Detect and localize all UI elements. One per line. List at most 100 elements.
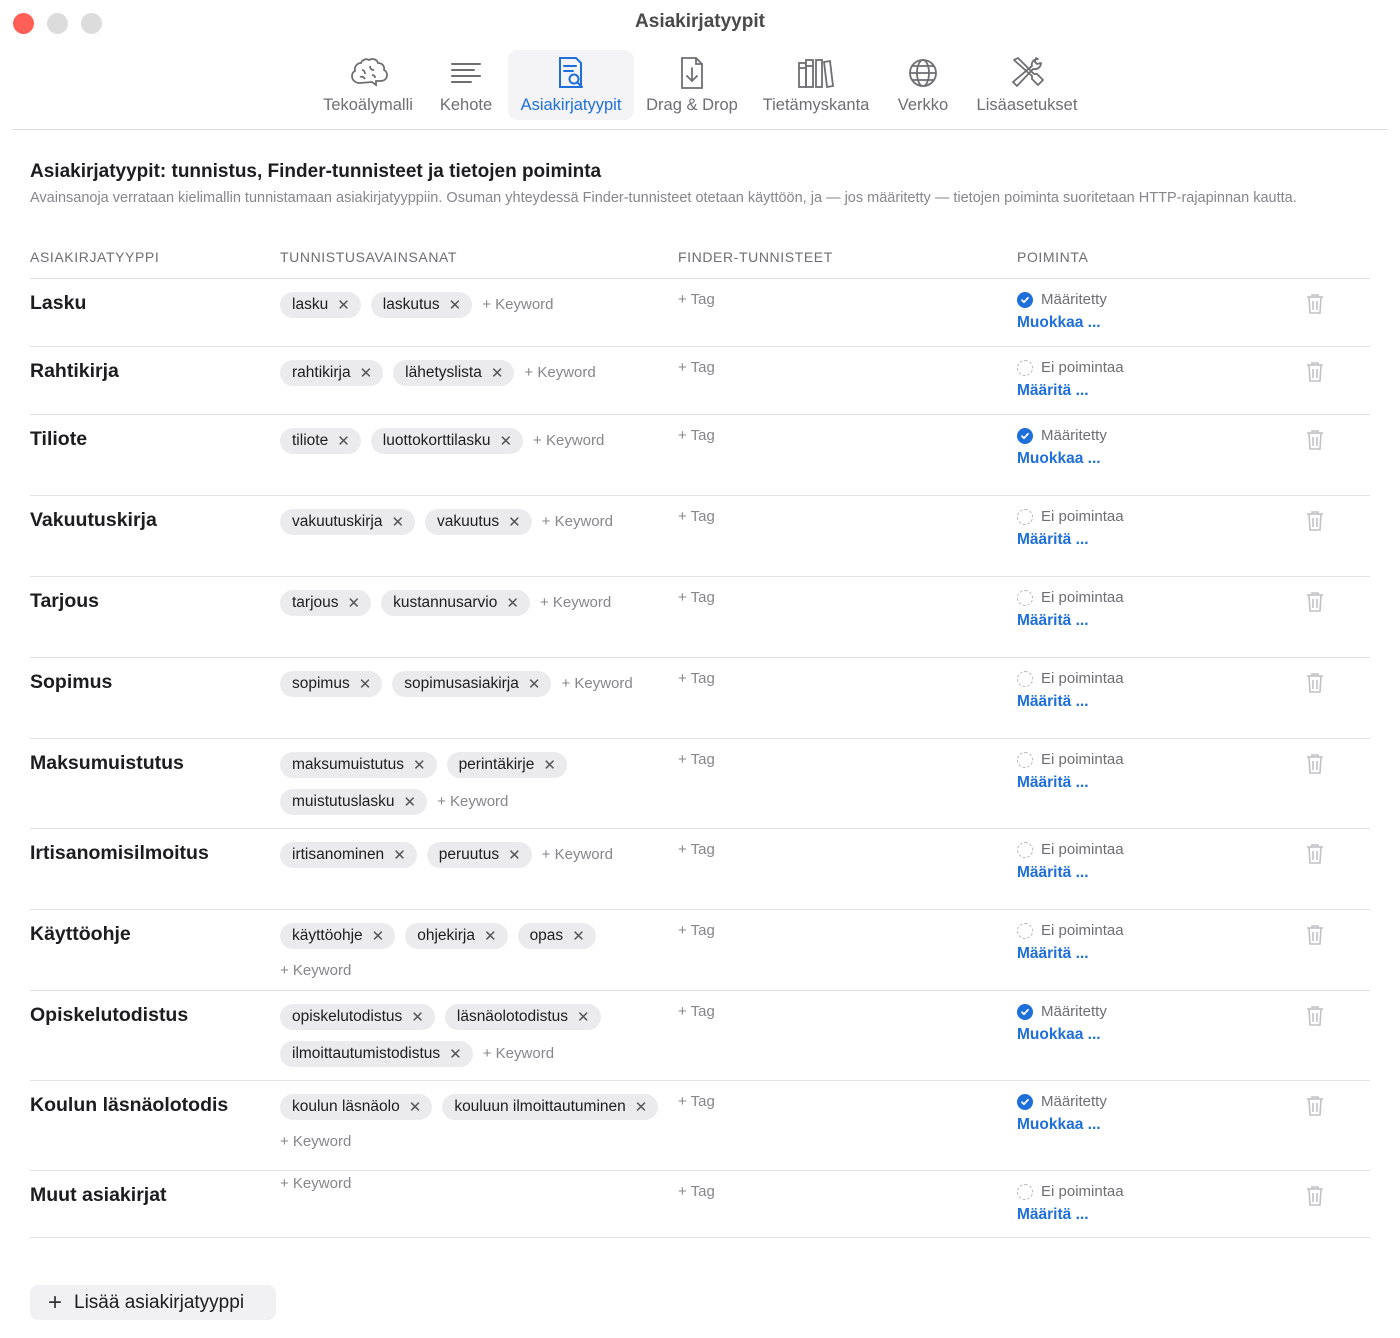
trash-icon[interactable] xyxy=(1305,360,1325,384)
tab-verkko[interactable]: Verkko xyxy=(890,50,956,120)
add-tag-button[interactable]: + Tag xyxy=(678,751,715,768)
extraction-status-text: Ei poimintaa xyxy=(1041,1183,1124,1200)
remove-keyword-icon[interactable]: ✕ xyxy=(372,927,385,945)
keyword-list: irtisanominen ✕ peruutus ✕ + Keyword xyxy=(280,842,660,868)
add-tag-button[interactable]: + Tag xyxy=(678,508,715,525)
trash-icon[interactable] xyxy=(1305,1094,1325,1118)
add-keyword-button[interactable]: + Keyword xyxy=(533,430,604,452)
remove-keyword-icon[interactable]: ✕ xyxy=(499,432,512,450)
keyword-text: läsnäolotodistus xyxy=(456,1008,569,1025)
add-keyword-button[interactable]: + Keyword xyxy=(542,844,613,866)
window-title: Asiakirjatyypit xyxy=(635,11,765,32)
document-type-name: Käyttöohje xyxy=(30,923,131,945)
remove-keyword-icon[interactable]: ✕ xyxy=(337,432,350,450)
remove-keyword-icon[interactable]: ✕ xyxy=(413,756,426,774)
define-extraction-link[interactable]: Määritä ... xyxy=(1017,945,1089,963)
add-keyword-button[interactable]: + Keyword xyxy=(482,294,553,316)
keyword-chip: irtisanominen ✕ xyxy=(280,842,417,868)
remove-keyword-icon[interactable]: ✕ xyxy=(572,927,585,945)
remove-keyword-icon[interactable]: ✕ xyxy=(635,1098,648,1116)
remove-keyword-icon[interactable]: ✕ xyxy=(508,513,521,531)
trash-icon[interactable] xyxy=(1305,842,1325,866)
trash-icon[interactable] xyxy=(1305,1184,1325,1208)
tab-kehote[interactable]: Kehote xyxy=(430,50,502,120)
define-extraction-link[interactable]: Määritä ... xyxy=(1017,774,1089,792)
remove-keyword-icon[interactable]: ✕ xyxy=(506,594,519,612)
define-extraction-link[interactable]: Määritä ... xyxy=(1017,382,1089,400)
add-keyword-button[interactable]: + Keyword xyxy=(561,673,632,695)
add-keyword-button[interactable]: + Keyword xyxy=(524,362,595,384)
remove-keyword-icon[interactable]: ✕ xyxy=(528,675,541,693)
define-extraction-link[interactable]: Määritä ... xyxy=(1017,531,1089,549)
remove-keyword-icon[interactable]: ✕ xyxy=(411,1008,424,1026)
define-extraction-link[interactable]: Määritä ... xyxy=(1017,693,1089,711)
remove-keyword-icon[interactable]: ✕ xyxy=(491,364,504,382)
row-divider xyxy=(30,1237,1370,1238)
add-keyword-button[interactable]: + Keyword xyxy=(280,1131,351,1153)
keyword-text: opiskelutodistus xyxy=(292,1008,403,1025)
tab-label: Tekoälymalli xyxy=(323,96,413,114)
remove-keyword-icon[interactable]: ✕ xyxy=(393,846,406,864)
define-extraction-link[interactable]: Määritä ... xyxy=(1017,1206,1089,1224)
remove-keyword-icon[interactable]: ✕ xyxy=(508,846,521,864)
tab-lisaasetukset[interactable]: Lisäasetukset xyxy=(970,50,1084,120)
remove-keyword-icon[interactable]: ✕ xyxy=(449,296,462,314)
remove-keyword-icon[interactable]: ✕ xyxy=(337,296,350,314)
define-extraction-link[interactable]: Määritä ... xyxy=(1017,864,1089,882)
edit-extraction-link[interactable]: Muokkaa ... xyxy=(1017,314,1101,332)
remove-keyword-icon[interactable]: ✕ xyxy=(404,793,417,811)
tab-asiakirjatyypit[interactable]: Asiakirjatyypit xyxy=(508,50,634,120)
keyword-text: laskutus xyxy=(382,296,440,313)
add-keyword-button[interactable]: + Keyword xyxy=(483,1043,554,1065)
add-keyword-button[interactable]: + Keyword xyxy=(542,511,613,533)
document-type-name: Opiskelutodistus xyxy=(30,1004,189,1026)
add-keyword-button[interactable]: + Keyword xyxy=(437,791,508,813)
keyword-list: maksumuistutus ✕ perintäkirje ✕ muistutuslas… xyxy=(280,752,660,815)
page-title: Asiakirjatyypit: tunnistus, Finder-tunni… xyxy=(30,161,602,182)
trash-icon[interactable] xyxy=(1305,590,1325,614)
remove-keyword-icon[interactable]: ✕ xyxy=(577,1008,590,1026)
document-type-name: Tarjous xyxy=(30,590,99,612)
trash-icon[interactable] xyxy=(1305,1004,1325,1028)
tab-tietamyskanta[interactable]: Tietämyskanta xyxy=(756,50,876,120)
add-keyword-button[interactable]: + Keyword xyxy=(540,592,611,614)
edit-extraction-link[interactable]: Muokkaa ... xyxy=(1017,450,1101,468)
remove-keyword-icon[interactable]: ✕ xyxy=(348,594,361,612)
empty-circle-icon xyxy=(1017,1183,1033,1200)
add-keyword-button[interactable]: + Keyword xyxy=(280,1173,351,1195)
add-tag-button[interactable]: + Tag xyxy=(678,589,715,606)
add-tag-button[interactable]: + Tag xyxy=(678,841,715,858)
tab-tekoalymalli[interactable]: Tekoälymalli xyxy=(318,50,418,120)
trash-icon[interactable] xyxy=(1305,292,1325,316)
edit-extraction-link[interactable]: Muokkaa ... xyxy=(1017,1026,1101,1044)
keyword-list: vakuutuskirja ✕ vakuutus ✕ + Keyword xyxy=(280,509,660,535)
trash-icon[interactable] xyxy=(1305,428,1325,452)
remove-keyword-icon[interactable]: ✕ xyxy=(543,756,556,774)
add-tag-button[interactable]: + Tag xyxy=(678,1003,715,1020)
add-document-type-button[interactable]: + Lisää asiakirjatyyppi xyxy=(30,1285,276,1320)
remove-keyword-icon[interactable]: ✕ xyxy=(409,1098,422,1116)
add-tag-button[interactable]: + Tag xyxy=(678,670,715,687)
define-extraction-link[interactable]: Määritä ... xyxy=(1017,612,1089,630)
add-tag-button[interactable]: + Tag xyxy=(678,359,715,376)
add-tag-button[interactable]: + Tag xyxy=(678,1093,715,1110)
trash-icon[interactable] xyxy=(1305,923,1325,947)
remove-keyword-icon[interactable]: ✕ xyxy=(360,364,373,382)
tab-drag-drop[interactable]: Drag & Drop xyxy=(642,50,742,120)
add-tag-button[interactable]: + Tag xyxy=(678,291,715,308)
add-tag-button[interactable]: + Tag xyxy=(678,1183,715,1200)
column-header-extraction: POIMINTA xyxy=(1017,249,1089,265)
remove-keyword-icon[interactable]: ✕ xyxy=(484,927,497,945)
add-tag-button[interactable]: + Tag xyxy=(678,427,715,444)
trash-icon[interactable] xyxy=(1305,752,1325,776)
trash-icon[interactable] xyxy=(1305,509,1325,533)
add-document-type-label: Lisää asiakirjatyyppi xyxy=(74,1291,245,1313)
keyword-chip: kustannusarvio ✕ xyxy=(381,590,530,616)
add-tag-button[interactable]: + Tag xyxy=(678,922,715,939)
edit-extraction-link[interactable]: Muokkaa ... xyxy=(1017,1116,1101,1134)
remove-keyword-icon[interactable]: ✕ xyxy=(449,1045,462,1063)
remove-keyword-icon[interactable]: ✕ xyxy=(391,513,404,531)
add-keyword-button[interactable]: + Keyword xyxy=(280,960,351,982)
remove-keyword-icon[interactable]: ✕ xyxy=(359,675,372,693)
trash-icon[interactable] xyxy=(1305,671,1325,695)
